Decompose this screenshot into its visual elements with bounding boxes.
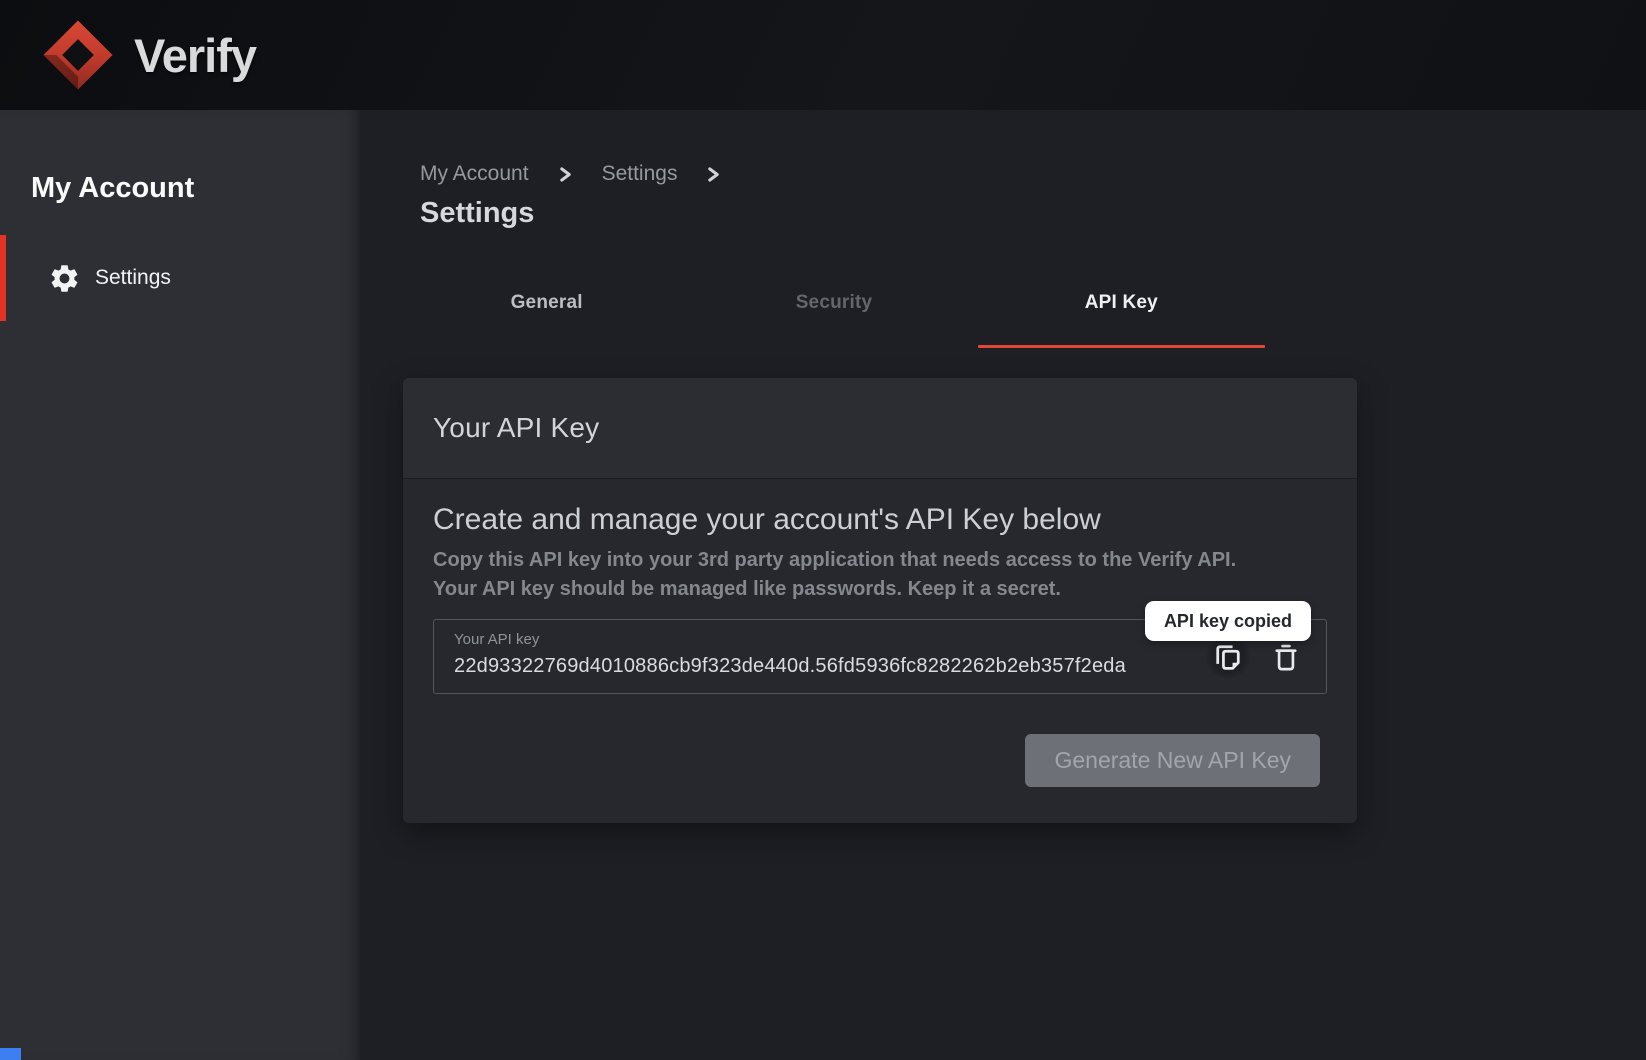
- corner-scroll-indicator: [0, 1048, 21, 1060]
- app-logo[interactable]: Verify: [42, 18, 256, 92]
- sidebar-item-settings[interactable]: Settings: [0, 235, 360, 321]
- sidebar-item-label: Settings: [95, 266, 171, 290]
- chevron-right-icon: [558, 166, 573, 183]
- sidebar: My Account Settings: [0, 110, 360, 1060]
- copy-icon: [1212, 641, 1244, 673]
- generate-api-key-button[interactable]: Generate New API Key: [1025, 734, 1320, 787]
- breadcrumb: My Account Settings: [420, 162, 1646, 186]
- main-content: My Account Settings Settings General Sec…: [360, 110, 1646, 1060]
- breadcrumb-my-account[interactable]: My Account: [420, 162, 529, 186]
- api-key-copied-toast: API key copied: [1145, 601, 1311, 641]
- button-row: Generate New API Key: [433, 734, 1327, 787]
- card-body: Create and manage your account's API Key…: [403, 479, 1357, 823]
- card-title: Your API Key: [433, 412, 599, 444]
- api-key-card: Your API Key API key copied Create and m…: [403, 378, 1357, 823]
- active-indicator-bar: [0, 235, 6, 321]
- tab-api-key[interactable]: API Key: [978, 278, 1265, 348]
- verify-diamond-icon: [42, 18, 114, 92]
- card-description-line2: Your API key should be managed like pass…: [433, 575, 1327, 604]
- sidebar-title: My Account: [31, 172, 360, 205]
- api-key-value: 22d93322769d4010886cb9f323de440d.56fd593…: [454, 655, 1306, 678]
- tab-bar: General Security API Key: [403, 278, 1265, 348]
- delete-button[interactable]: [1264, 635, 1308, 679]
- page-title: Settings: [420, 197, 1646, 230]
- trash-icon: [1272, 642, 1300, 672]
- card-heading: Create and manage your account's API Key…: [433, 503, 1327, 537]
- app-header: Verify: [0, 0, 1646, 110]
- card-description-line1: Copy this API key into your 3rd party ap…: [433, 546, 1327, 575]
- chevron-right-icon: [706, 166, 721, 183]
- tab-security[interactable]: Security: [690, 278, 977, 348]
- app-title: Verify: [134, 28, 256, 83]
- breadcrumb-settings[interactable]: Settings: [602, 162, 678, 186]
- card-description: Copy this API key into your 3rd party ap…: [433, 546, 1327, 604]
- card-header: Your API Key: [403, 378, 1357, 479]
- tab-general[interactable]: General: [403, 278, 690, 348]
- gear-icon: [48, 262, 81, 295]
- copy-button[interactable]: [1206, 635, 1250, 679]
- api-key-actions: [1206, 635, 1308, 679]
